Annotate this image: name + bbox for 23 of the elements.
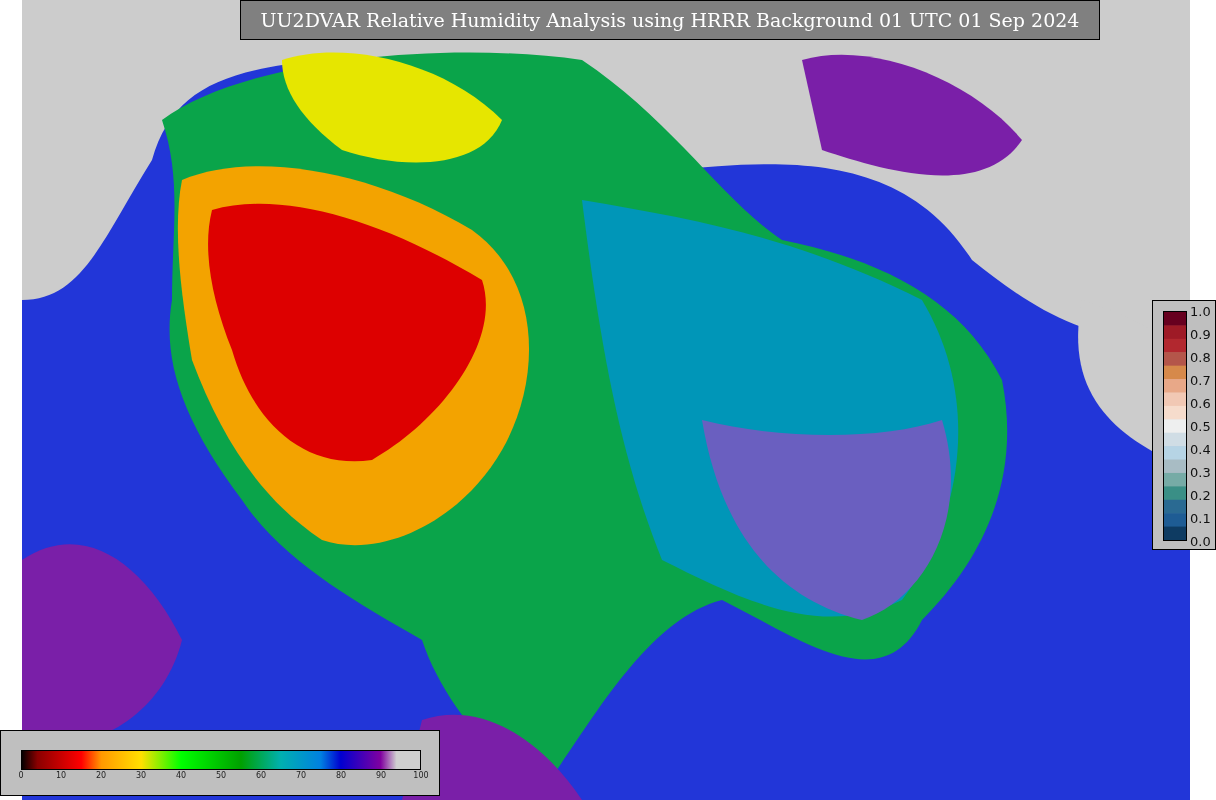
tick-label: 0.6: [1190, 396, 1211, 410]
chart-title: UU2DVAR Relative Humidity Analysis using HRRR Background 01 UTC 01 Sep 2024: [240, 0, 1100, 40]
tick-label: 0.7: [1190, 373, 1211, 387]
tick-label: 40: [175, 772, 187, 780]
tick-label: 50: [215, 772, 227, 780]
tick-label: 20: [95, 772, 107, 780]
tick-label: 0.8: [1190, 350, 1211, 364]
tick-label: 90: [375, 772, 387, 780]
tick-label: 10: [55, 772, 67, 780]
tick-label: 0.3: [1190, 465, 1211, 479]
tick-label: 0.2: [1190, 488, 1211, 502]
tick-label: 1.0: [1190, 304, 1211, 318]
tick-label: 60: [255, 772, 267, 780]
tick-label: 0.1: [1190, 511, 1211, 525]
tick-label: 0.5: [1190, 419, 1211, 433]
tick-label: 0.9: [1190, 327, 1211, 341]
tick-label: 80: [335, 772, 347, 780]
tick-label: 0: [18, 772, 24, 780]
tick-label: 0.4: [1190, 442, 1211, 456]
tick-label: 30: [135, 772, 147, 780]
tick-label: 100: [413, 772, 429, 780]
tick-label: 0.0: [1190, 534, 1211, 548]
tick-label: 70: [295, 772, 307, 780]
